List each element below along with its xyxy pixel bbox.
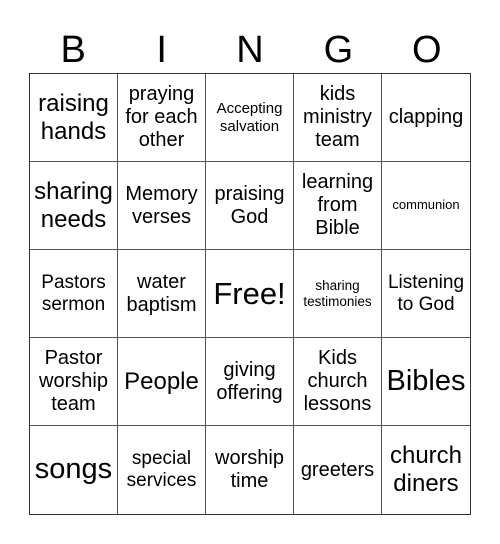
bingo-cell[interactable]: Accepting salvation	[206, 74, 294, 162]
cell-label: water baptism	[126, 270, 197, 316]
bingo-cell[interactable]: Memory verses	[118, 162, 206, 250]
bingo-cell[interactable]: water baptism	[118, 250, 206, 338]
cell-label: People	[124, 367, 199, 395]
bingo-cell[interactable]: praying for each other	[118, 74, 206, 162]
cell-label: Bibles	[386, 364, 466, 397]
cell-label: Pastor worship team	[39, 347, 108, 415]
bingo-cell[interactable]: kids ministry team	[294, 74, 382, 162]
bingo-cell[interactable]: worship time	[206, 426, 294, 514]
bingo-cell[interactable]: praising God	[206, 162, 294, 250]
bingo-cell[interactable]: Kids church lessons	[294, 338, 382, 426]
cell-label: Accepting salvation	[216, 100, 283, 135]
cell-label: kids ministry team	[303, 83, 372, 151]
cell-label: worship time	[215, 447, 284, 492]
cell-label: communion	[392, 197, 460, 213]
bingo-cell[interactable]: sharing needs	[30, 162, 118, 250]
bingo-cell[interactable]: greeters	[294, 426, 382, 514]
cell-label: sharing needs	[34, 177, 113, 233]
bingo-cell[interactable]: giving offering	[206, 338, 294, 426]
bingo-cell[interactable]: Pastors sermon	[30, 250, 118, 338]
cell-label: Listening to God	[387, 271, 465, 315]
cell-label: Pastors sermon	[41, 271, 106, 315]
cell-label: learning from Bible	[301, 171, 374, 239]
cell-label: clapping	[388, 106, 464, 128]
cell-label: church diners	[389, 442, 463, 497]
header-letter-b: B	[60, 29, 86, 71]
header-letter-g: G	[323, 29, 354, 71]
bingo-cell[interactable]: Listening to God	[382, 250, 470, 338]
bingo-cell[interactable]: clapping	[382, 74, 470, 162]
cell-label: giving offering	[216, 358, 283, 404]
cell-label: songs	[34, 453, 113, 486]
bingo-cell[interactable]: church diners	[382, 426, 470, 514]
cell-label: greeters	[300, 458, 375, 481]
bingo-header: B I N G O	[29, 26, 471, 74]
header-letter-i: I	[156, 29, 167, 71]
bingo-cell[interactable]: People	[118, 338, 206, 426]
bingo-cell[interactable]: learning from Bible	[294, 162, 382, 250]
bingo-cell[interactable]: communion	[382, 162, 470, 250]
cell-label: sharing testimonies	[303, 277, 372, 309]
cell-label: raising hands	[38, 89, 109, 145]
bingo-cell[interactable]: songs	[30, 426, 118, 514]
bingo-board: raising hands praying for each other Acc…	[29, 73, 471, 515]
bingo-cell[interactable]: raising hands	[30, 74, 118, 162]
bingo-cell[interactable]: Pastor worship team	[30, 338, 118, 426]
header-letter-n: N	[236, 29, 264, 71]
bingo-cell[interactable]: sharing testimonies	[294, 250, 382, 338]
cell-label: praying for each other	[125, 83, 198, 151]
cell-label: Memory verses	[125, 182, 198, 228]
bingo-cell[interactable]: special services	[118, 426, 206, 514]
cell-label: Free!	[213, 275, 286, 311]
free-space-cell[interactable]: Free!	[206, 250, 294, 338]
bingo-cell[interactable]: Bibles	[382, 338, 470, 426]
cell-label: Kids church lessons	[303, 347, 372, 415]
cell-label: special services	[126, 448, 197, 491]
header-letter-o: O	[412, 29, 442, 71]
cell-label: praising God	[214, 182, 285, 228]
